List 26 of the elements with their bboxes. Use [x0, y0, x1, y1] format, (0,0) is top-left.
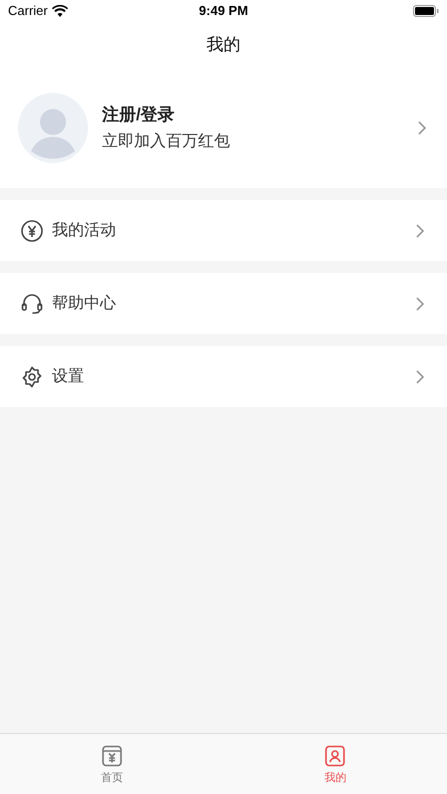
profile-row[interactable]: 注册/登录 立即加入百万红包 [0, 68, 447, 188]
page-title: 我的 [206, 34, 240, 56]
menu-label: 设置 [52, 366, 85, 386]
menu-label: 我的活动 [52, 220, 117, 240]
profile-subtitle: 立即加入百万红包 [102, 132, 231, 152]
time-text: 9:49 PM [198, 2, 248, 20]
yen-tag-icon [100, 744, 124, 768]
headset-icon [20, 292, 44, 316]
tab-item[interactable]: 我的 [224, 734, 447, 794]
settings-icon [20, 364, 44, 388]
menu-item[interactable]: 帮助中心 [0, 273, 447, 334]
menu-item[interactable]: 我的活动 [0, 200, 447, 261]
avatar-icon [18, 93, 88, 163]
person-icon [323, 744, 348, 768]
menu-item[interactable]: 设置 [0, 346, 447, 407]
battery-icon [413, 5, 439, 17]
chevron-right-icon [415, 368, 425, 384]
chevron-right-icon [417, 120, 427, 136]
tab-item[interactable]: 首页 [0, 734, 224, 794]
chevron-right-icon [415, 296, 425, 312]
chevron-right-icon [415, 222, 425, 238]
yen-icon [20, 218, 44, 242]
carrier-text: Carrier [8, 2, 48, 20]
wifi-icon [52, 5, 68, 17]
profile-title: 注册/登录 [102, 104, 176, 126]
menu-label: 帮助中心 [52, 294, 117, 314]
